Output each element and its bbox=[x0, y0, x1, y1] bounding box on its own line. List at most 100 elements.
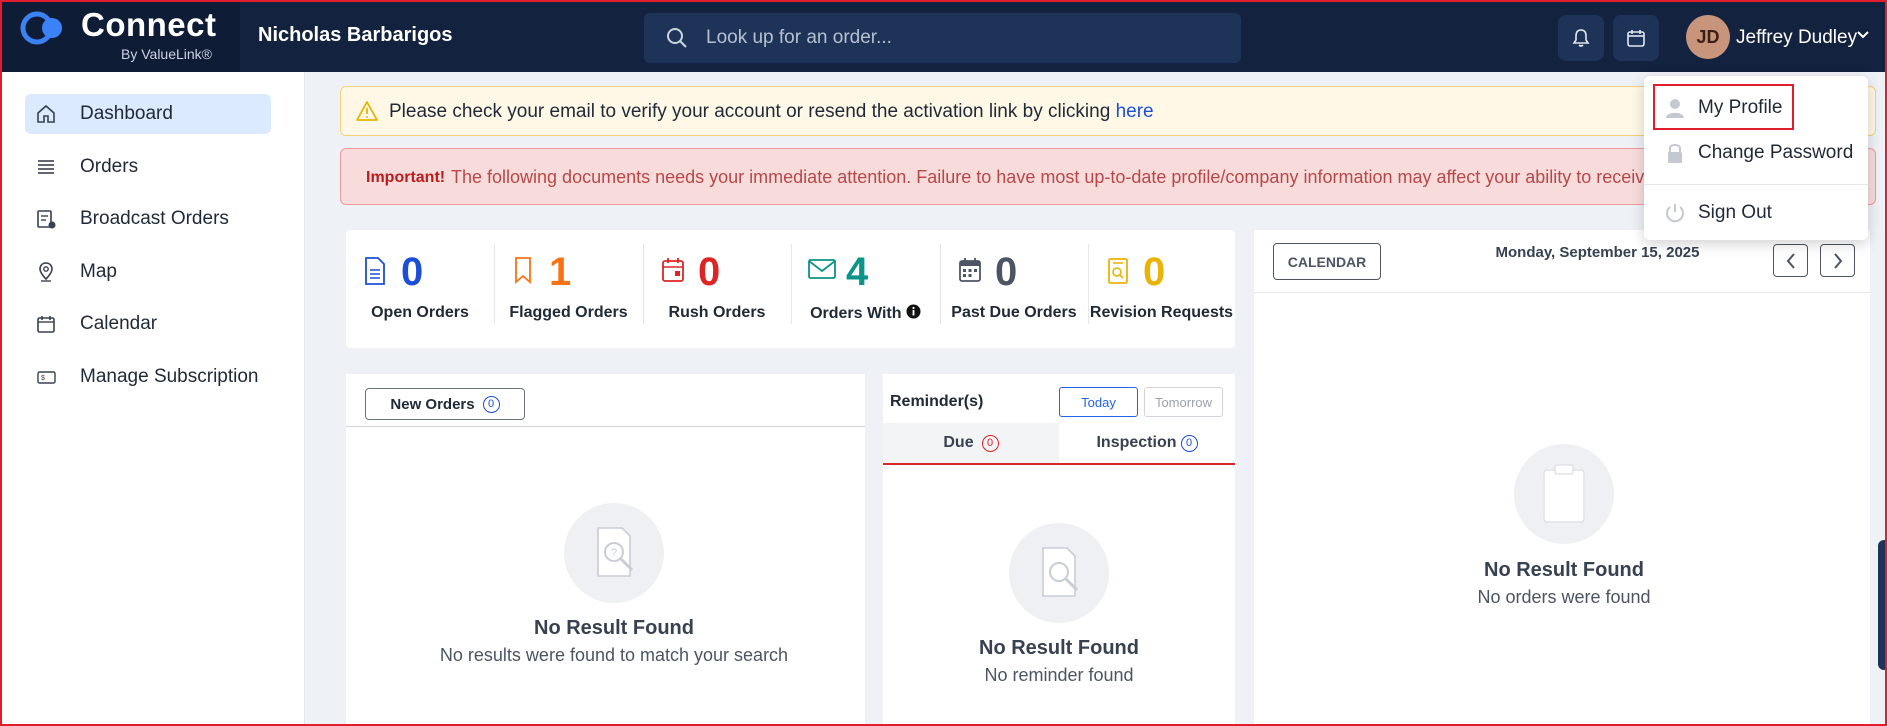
menu-item-my-profile[interactable]: My Profile bbox=[1654, 88, 1782, 128]
sidebar-item-broadcast-orders[interactable]: Broadcast Orders bbox=[25, 199, 271, 239]
menu-item-change-password[interactable]: Change Password bbox=[1654, 133, 1853, 173]
menu-item-label: My Profile bbox=[1698, 97, 1783, 118]
stat-label: Open Orders bbox=[371, 304, 469, 321]
sidebar-item-manage-subscription[interactable]: $ Manage Subscription bbox=[25, 357, 271, 397]
new-orders-count-badge: 0 bbox=[482, 395, 500, 413]
sidebar-item-calendar[interactable]: Calendar bbox=[25, 304, 271, 344]
subscription-icon: $ bbox=[35, 366, 65, 388]
power-icon bbox=[1660, 202, 1690, 224]
empty-title: No Result Found bbox=[979, 637, 1139, 659]
svg-text:?: ? bbox=[611, 547, 617, 559]
stat-flagged-orders[interactable]: 1 Flagged Orders bbox=[494, 230, 643, 348]
no-orders-illustration bbox=[1514, 444, 1614, 544]
menu-item-label: Sign Out bbox=[1698, 202, 1772, 223]
document-icon bbox=[365, 257, 385, 285]
lock-icon bbox=[1660, 142, 1690, 164]
verify-email-message: Please check your email to verify your a… bbox=[389, 101, 1116, 122]
notifications-button[interactable] bbox=[1558, 15, 1604, 61]
search-icon bbox=[667, 28, 687, 48]
tab-label: Inspection bbox=[1096, 434, 1177, 451]
stat-open-orders[interactable]: 0 Open Orders bbox=[346, 230, 494, 348]
divider bbox=[1254, 292, 1870, 293]
tab-label: Due bbox=[943, 434, 974, 451]
stat-value: 0 bbox=[698, 250, 721, 294]
calendar-icon bbox=[1627, 30, 1645, 47]
inspection-count-badge: 0 bbox=[1180, 434, 1198, 452]
sidebar-item-label: Map bbox=[80, 261, 117, 282]
list-icon bbox=[35, 156, 65, 178]
brand-name: Connect bbox=[81, 6, 217, 43]
stat-label: Orders With bbox=[791, 304, 940, 323]
empty-subtitle: No results were found to match your sear… bbox=[439, 645, 789, 665]
chevron-left-icon bbox=[1786, 252, 1795, 269]
empty-title: No Result Found bbox=[1484, 559, 1644, 581]
reminders-title: Reminder(s) bbox=[890, 393, 984, 410]
sidebar-item-label: Broadcast Orders bbox=[80, 208, 229, 229]
today-button[interactable]: Today bbox=[1059, 387, 1138, 417]
connect-logo-icon bbox=[20, 11, 62, 45]
sidebar: Dashboard Orders Broadcast Orders Map Ca… bbox=[0, 72, 305, 726]
search-input[interactable] bbox=[706, 13, 1226, 63]
stat-label: Flagged Orders bbox=[509, 304, 628, 321]
sidebar-item-map[interactable]: Map bbox=[25, 252, 271, 292]
stat-value: 4 bbox=[846, 250, 869, 294]
profile-dropdown-menu: My Profile Change Password Sign Out bbox=[1644, 76, 1868, 240]
important-label: Important! bbox=[366, 169, 446, 186]
broadcast-icon bbox=[35, 208, 65, 230]
verify-email-text: Please check your email to verify your a… bbox=[389, 101, 1154, 123]
menu-item-label: Change Password bbox=[1698, 142, 1854, 163]
top-bar: Connect By ValueLink® Nicholas Barbarigo… bbox=[0, 0, 1887, 72]
stat-value: 1 bbox=[549, 250, 572, 294]
calendar-view-button[interactable]: CALENDAR bbox=[1273, 243, 1381, 280]
stat-past-due-orders[interactable]: 0 Past Due Orders bbox=[940, 230, 1088, 348]
stat-label: Revision Requests bbox=[1089, 304, 1234, 321]
tab-new-orders[interactable]: New Orders 0 bbox=[365, 388, 525, 420]
menu-divider bbox=[1644, 184, 1868, 185]
user-icon bbox=[1660, 97, 1690, 119]
sidebar-item-dashboard[interactable]: Dashboard bbox=[25, 94, 271, 134]
svg-text:$: $ bbox=[41, 375, 45, 382]
info-icon[interactable] bbox=[906, 304, 921, 319]
tab-due[interactable]: Due 0 bbox=[883, 423, 1059, 463]
no-reminder-illustration bbox=[1009, 523, 1109, 623]
previous-day-button[interactable] bbox=[1773, 244, 1808, 277]
stat-revision-requests[interactable]: 0 Revision Requests bbox=[1088, 230, 1235, 348]
search-bar[interactable] bbox=[644, 13, 1241, 63]
bookmark-icon bbox=[515, 257, 531, 284]
logo[interactable]: Connect By ValueLink® bbox=[0, 0, 240, 72]
stat-orders-with[interactable]: 4 Orders With bbox=[791, 230, 940, 348]
important-text: The following documents needs your immed… bbox=[451, 167, 1716, 187]
next-day-button[interactable] bbox=[1820, 244, 1855, 277]
empty-subtitle: No orders were found bbox=[1477, 587, 1651, 607]
stat-rush-orders[interactable]: 0 Rush Orders bbox=[643, 230, 791, 348]
stat-label: Past Due Orders bbox=[951, 304, 1077, 321]
no-result-illustration: ? bbox=[564, 503, 664, 603]
empty-title: No Result Found bbox=[534, 617, 694, 639]
reminder-tabs: Due 0 Inspection 0 bbox=[883, 423, 1235, 465]
calendar-button[interactable] bbox=[1613, 15, 1659, 61]
search-document-icon: ? bbox=[597, 527, 634, 577]
calendar-date: Monday, September 15, 2025 bbox=[1495, 244, 1700, 261]
avatar[interactable]: JD bbox=[1686, 15, 1730, 59]
scrollbar-handle[interactable] bbox=[1878, 540, 1887, 670]
warning-icon bbox=[356, 101, 378, 121]
empty-subtitle: No reminder found bbox=[984, 665, 1134, 685]
clipboard-icon bbox=[1543, 464, 1585, 523]
due-count-badge: 0 bbox=[981, 434, 999, 452]
sidebar-item-label: Orders bbox=[80, 156, 139, 177]
envelope-icon bbox=[808, 259, 836, 279]
sidebar-item-orders[interactable]: Orders bbox=[25, 147, 271, 187]
divider bbox=[346, 426, 865, 427]
sidebar-item-label: Calendar bbox=[80, 313, 158, 334]
brand-sub: By ValueLink® bbox=[121, 46, 212, 62]
stat-value: 0 bbox=[401, 250, 424, 294]
tab-inspection[interactable]: Inspection 0 bbox=[1059, 423, 1235, 463]
menu-item-sign-out[interactable]: Sign Out bbox=[1654, 193, 1772, 233]
user-name[interactable]: Jeffrey Dudley bbox=[1736, 27, 1857, 49]
home-icon bbox=[35, 103, 65, 125]
bell-icon bbox=[1572, 29, 1590, 47]
stat-value: 0 bbox=[1143, 250, 1166, 294]
tomorrow-button[interactable]: Tomorrow bbox=[1144, 387, 1223, 417]
chevron-down-icon[interactable] bbox=[1856, 30, 1870, 40]
resend-activation-link[interactable]: here bbox=[1116, 101, 1154, 122]
